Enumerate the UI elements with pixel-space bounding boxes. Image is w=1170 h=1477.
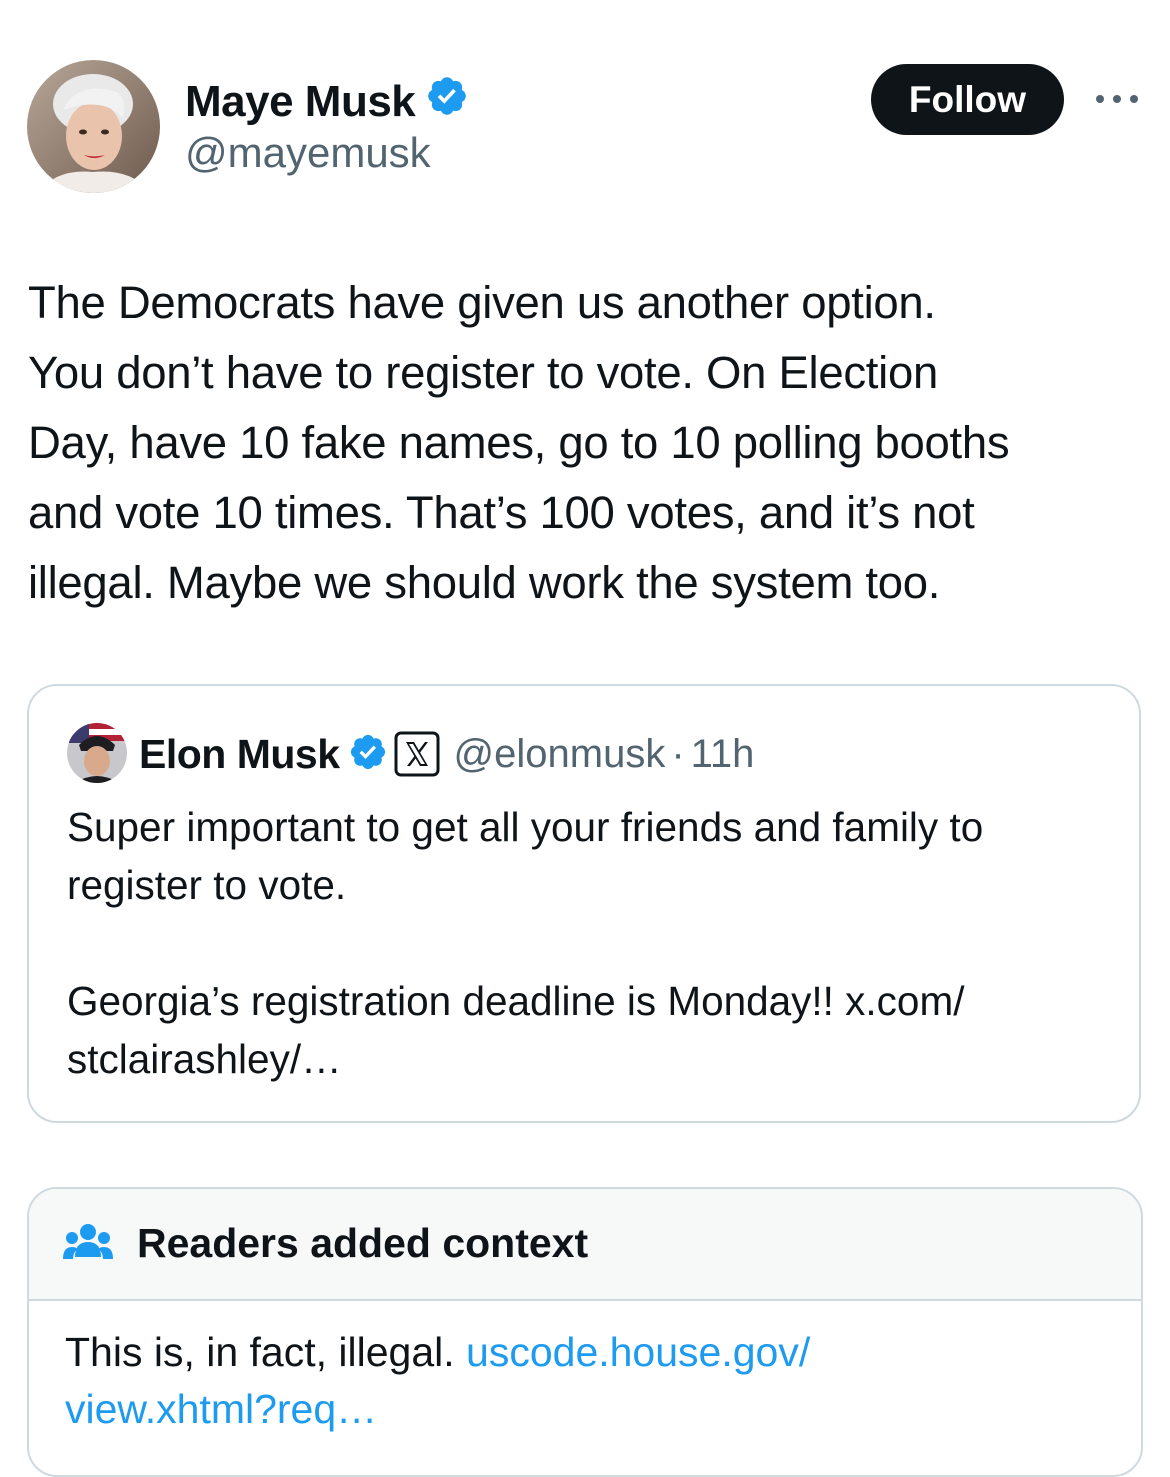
quoted-author-handle[interactable]: @elonmusk xyxy=(454,732,666,777)
verified-badge-icon xyxy=(425,74,469,130)
quoted-author-avatar[interactable] xyxy=(67,723,127,783)
people-icon xyxy=(63,1221,113,1267)
follow-button[interactable]: Follow xyxy=(871,64,1064,135)
author-avatar[interactable] xyxy=(27,60,160,193)
tweet-text: The Democrats have given us another opti… xyxy=(28,277,1010,608)
community-note-header: Readers added context xyxy=(29,1189,1141,1301)
author-handle[interactable]: @mayemusk xyxy=(185,128,431,178)
community-note-title: Readers added context xyxy=(137,1220,589,1266)
community-note-body: This is, in fact, illegal. uscode.house.… xyxy=(65,1324,1105,1438)
more-options-icon[interactable] xyxy=(1094,86,1140,112)
author-name-row[interactable]: Maye Musk xyxy=(185,74,469,130)
community-note-text: This is, in fact, illegal. xyxy=(65,1329,467,1375)
quoted-header-separator: · xyxy=(671,731,685,776)
quoted-author-name[interactable]: Elon Musk xyxy=(139,731,340,778)
quoted-tweet-header: Elon Musk @elonmusk · 11h xyxy=(139,726,754,782)
quoted-tweet-card[interactable]: Elon Musk @elonmusk · 11h Super importan… xyxy=(27,684,1141,1123)
community-note-card: Readers added context This is, in fact, … xyxy=(27,1187,1143,1477)
quoted-tweet-time[interactable]: 11h xyxy=(691,732,755,777)
author-name[interactable]: Maye Musk xyxy=(185,76,416,128)
x-logo-icon xyxy=(394,731,440,777)
quoted-verified-badge-icon xyxy=(348,732,388,777)
quoted-tweet-text: Super important to get all your friends … xyxy=(67,804,984,1082)
